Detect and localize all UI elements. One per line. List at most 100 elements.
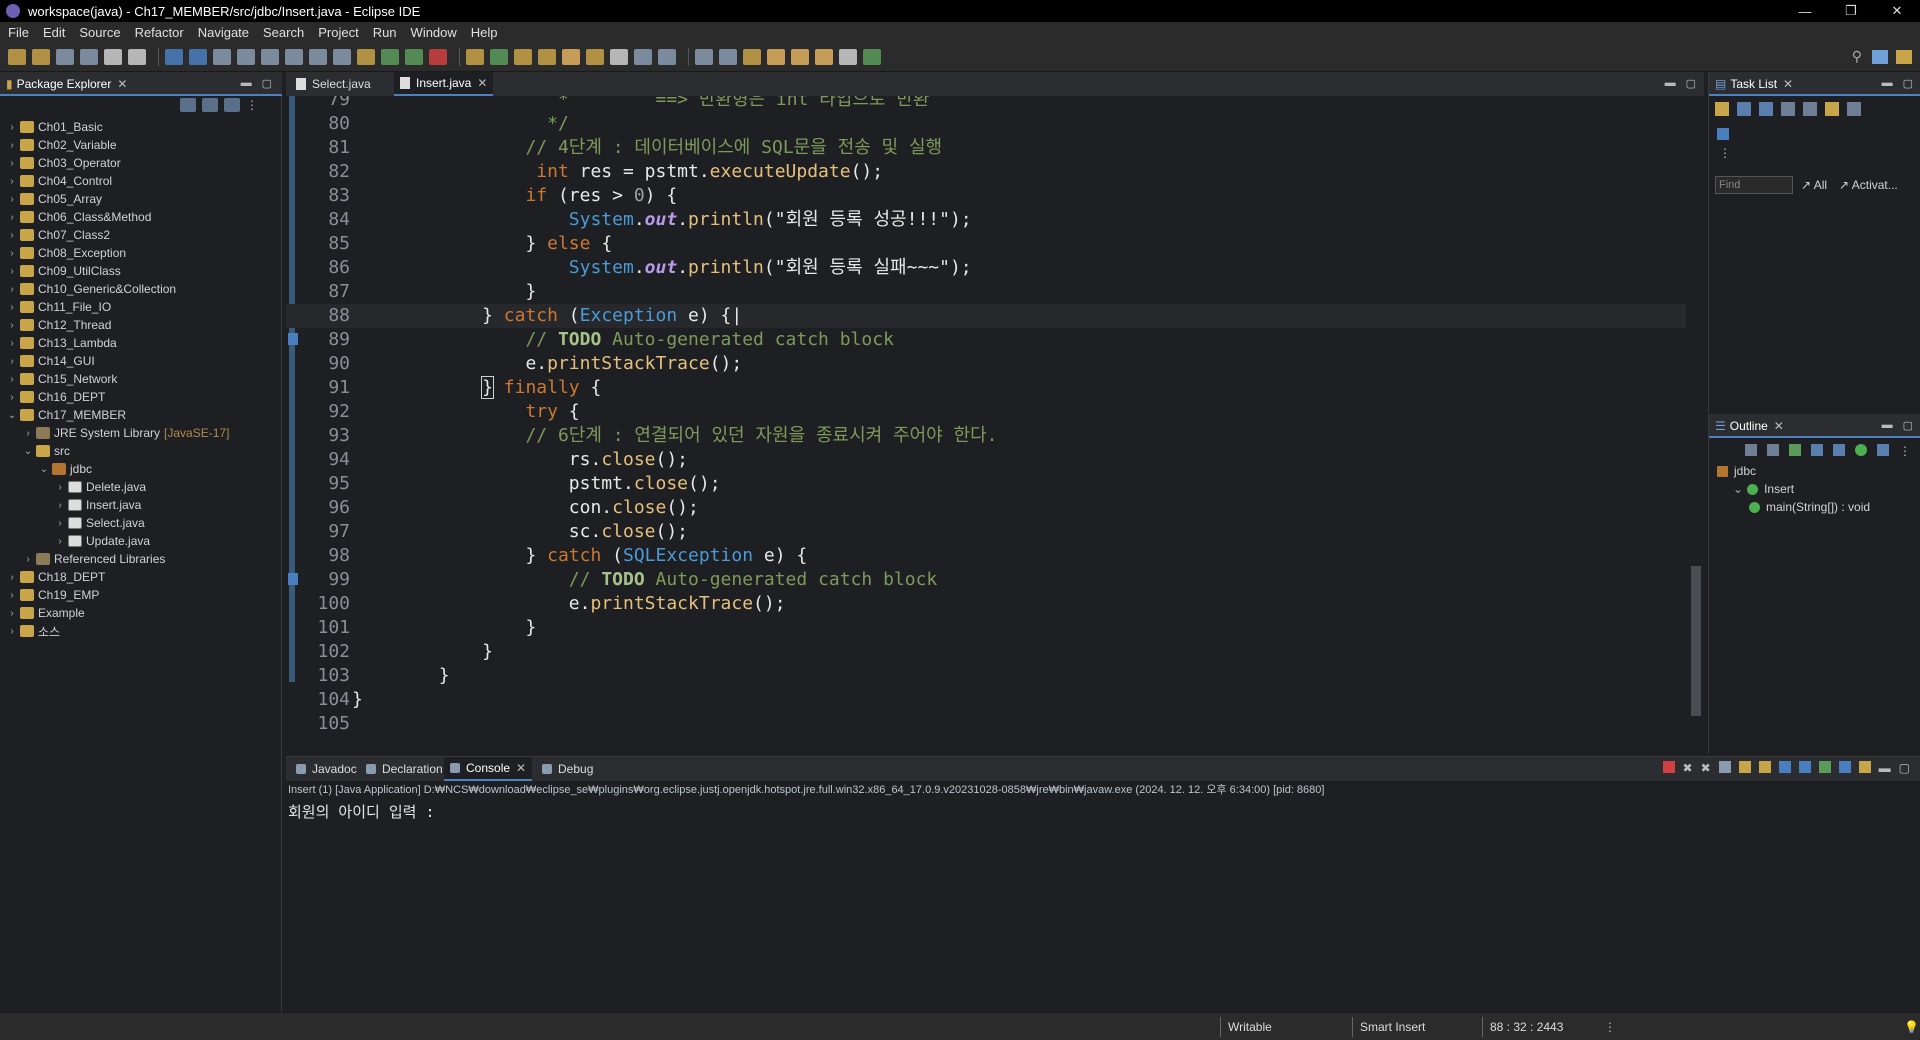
chevron-down-icon[interactable]: ⌄ xyxy=(22,446,34,457)
chevron-right-icon[interactable]: › xyxy=(6,320,18,331)
new-console-icon[interactable] xyxy=(1858,761,1871,773)
focus-icon[interactable] xyxy=(1745,444,1757,456)
chevron-right-icon[interactable]: › xyxy=(6,194,18,205)
chevron-right-icon[interactable]: › xyxy=(54,536,66,547)
open-type-icon[interactable] xyxy=(562,48,580,65)
run-icon[interactable] xyxy=(405,48,423,65)
tree-item[interactable]: › Ch04_Control xyxy=(0,172,282,190)
chevron-right-icon[interactable]: › xyxy=(6,122,18,133)
menu-help[interactable]: Help xyxy=(471,25,498,40)
code-line[interactable]: 104} xyxy=(286,688,1686,712)
hide-completed-icon[interactable] xyxy=(1825,102,1839,116)
close-icon[interactable]: ✕ xyxy=(117,77,127,91)
code-line[interactable]: 102} xyxy=(286,640,1686,664)
chevron-right-icon[interactable]: › xyxy=(6,176,18,187)
tree-item[interactable]: › Ch15_Network xyxy=(0,370,282,388)
skip-breakpoints-icon[interactable] xyxy=(189,48,207,65)
menu-file[interactable]: File xyxy=(8,25,29,40)
chevron-right-icon[interactable]: › xyxy=(6,266,18,277)
close-icon[interactable]: ✕ xyxy=(477,76,487,90)
tree-item[interactable]: › Example xyxy=(0,604,282,622)
menu-refactor[interactable]: Refactor xyxy=(135,25,184,40)
tab-debug[interactable]: Debug xyxy=(536,757,599,781)
coverage-icon[interactable] xyxy=(429,48,447,65)
editor-vertical-scrollbar[interactable] xyxy=(1688,96,1704,736)
new-task-icon[interactable] xyxy=(1715,102,1729,116)
disconnect-icon[interactable] xyxy=(285,48,303,65)
forward-icon[interactable] xyxy=(791,48,809,65)
open-icon[interactable] xyxy=(32,48,50,65)
code-line[interactable]: 89 // TODO Auto-generated catch block xyxy=(286,328,1686,352)
chevron-down-icon[interactable]: ⌄ xyxy=(1733,482,1743,496)
filter-icon[interactable] xyxy=(224,98,240,112)
sync-icon[interactable] xyxy=(1781,102,1795,116)
collapse-all-icon[interactable] xyxy=(180,98,196,112)
tree-item[interactable]: › Delete.java xyxy=(0,478,282,496)
tree-item[interactable]: ⌄ jdbc xyxy=(0,460,282,478)
java-perspective-icon[interactable] xyxy=(1896,49,1912,64)
task-repository-icon[interactable] xyxy=(1717,128,1729,140)
last-edit-icon[interactable] xyxy=(815,48,833,65)
remove-all-icon[interactable]: ✖ xyxy=(1701,761,1711,775)
collapse-all-icon[interactable] xyxy=(1767,444,1779,456)
view-menu-icon[interactable]: ⋮ xyxy=(246,98,262,112)
view-menu-icon[interactable]: ⋮ xyxy=(1899,444,1911,458)
activate-link[interactable]: ↗ Activat... xyxy=(1839,178,1898,192)
chevron-right-icon[interactable]: › xyxy=(54,518,66,529)
minimize-icon[interactable] xyxy=(1847,102,1861,116)
tree-item[interactable]: › Ch06_Class&Method xyxy=(0,208,282,226)
outline-item[interactable]: ⌄ Insert xyxy=(1733,482,1794,496)
tree-item[interactable]: › 소스 xyxy=(0,622,282,640)
remove-launch-icon[interactable]: ✖ xyxy=(1683,761,1693,775)
hide-fields-icon[interactable] xyxy=(1811,444,1823,456)
maximize-view-icon[interactable]: ▢ xyxy=(262,77,272,90)
minimize-view-icon[interactable]: ▬ xyxy=(1882,77,1893,90)
console-vertical-scrollbar[interactable] xyxy=(1904,803,1920,997)
save-all-icon[interactable] xyxy=(80,48,98,65)
code-line[interactable]: 83 if (res > 0) { xyxy=(286,184,1686,208)
code-line[interactable]: 91} finally { xyxy=(286,376,1686,400)
display-console-icon[interactable] xyxy=(1838,761,1851,773)
code-line[interactable]: 103} xyxy=(286,664,1686,688)
code-line[interactable]: 90 e.printStackTrace(); xyxy=(286,352,1686,376)
new-icon[interactable] xyxy=(8,48,26,65)
scroll-lock-icon[interactable] xyxy=(1738,761,1751,773)
chevron-down-icon[interactable]: ⌄ xyxy=(38,464,50,475)
search-icon[interactable] xyxy=(586,48,604,65)
menu-edit[interactable]: Edit xyxy=(43,25,65,40)
close-icon[interactable]: ✕ xyxy=(1783,77,1793,91)
chevron-right-icon[interactable]: › xyxy=(6,374,18,385)
code-line[interactable]: 81 // 4단계 : 데이터베이스에 SQL문을 전송 및 실행 xyxy=(286,136,1686,160)
hide-local-types-icon[interactable] xyxy=(1877,444,1889,456)
all-filter-link[interactable]: ↗ All xyxy=(1801,178,1827,192)
tree-item[interactable]: › Select.java xyxy=(0,514,282,532)
perspective-icon[interactable] xyxy=(863,48,881,65)
menu-window[interactable]: Window xyxy=(411,25,457,40)
tab-package-explorer[interactable]: ▮ Package Explorer ✕ xyxy=(0,72,133,96)
open-perspective-icon[interactable] xyxy=(1872,49,1888,64)
terminal-icon[interactable] xyxy=(165,48,183,65)
sort-icon[interactable] xyxy=(1789,444,1801,456)
tree-item[interactable]: › Ch01_Basic xyxy=(0,118,282,136)
task-marker-icon[interactable] xyxy=(288,333,298,345)
toggle-breadcrumb-icon[interactable] xyxy=(634,48,652,65)
chevron-right-icon[interactable]: › xyxy=(6,338,18,349)
undo-icon[interactable] xyxy=(104,48,122,65)
code-line[interactable]: 94 rs.close(); xyxy=(286,448,1686,472)
chevron-right-icon[interactable]: › xyxy=(6,248,18,259)
tree-item[interactable]: › Ch10_Generic&Collection xyxy=(0,280,282,298)
code-line[interactable]: 99 // TODO Auto-generated catch block xyxy=(286,568,1686,592)
chevron-right-icon[interactable]: › xyxy=(6,158,18,169)
tree-item[interactable]: ⌄ Ch17_MEMBER xyxy=(0,406,282,424)
code-line[interactable]: 95 pstmt.close(); xyxy=(286,472,1686,496)
code-line[interactable]: 85} else { xyxy=(286,232,1686,256)
code-area[interactable]: 79 * ==> 반환형은 int 타입으로 반환 80 */81// 4단계 : … xyxy=(286,96,1686,736)
code-line[interactable]: 98} catch (SQLException e) { xyxy=(286,544,1686,568)
tree-item[interactable]: › Insert.java xyxy=(0,496,282,514)
search-icon[interactable]: ⚲ xyxy=(1852,48,1862,65)
tree-item[interactable]: › Ch05_Array xyxy=(0,190,282,208)
minimize-view-icon[interactable]: ▬ xyxy=(1882,419,1893,432)
editor-tab[interactable]: Select.java xyxy=(290,72,377,96)
minimize-view-icon[interactable]: ▬ xyxy=(241,77,252,90)
code-line[interactable]: 86 System.out.println("회원 등록 실패~~~"); xyxy=(286,256,1686,280)
